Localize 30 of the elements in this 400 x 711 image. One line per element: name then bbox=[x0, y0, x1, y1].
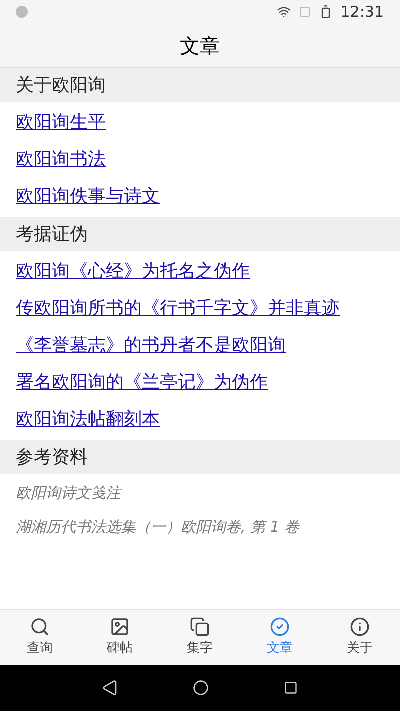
image-icon bbox=[110, 616, 130, 637]
page-title: 文章 bbox=[180, 32, 220, 60]
home-icon[interactable] bbox=[192, 680, 209, 696]
section-header: 参考资料 bbox=[0, 440, 400, 474]
section-header: 考据证伪 bbox=[0, 217, 400, 251]
article-link[interactable]: 欧阳询法帖翻刻本 bbox=[16, 406, 160, 433]
clock: 12:31 bbox=[340, 2, 384, 23]
article-link[interactable]: 欧阳询《心经》为托名之伪作 bbox=[16, 258, 250, 285]
tab[interactable]: 查询 bbox=[0, 610, 80, 665]
article-link[interactable]: 欧阳询书法 bbox=[16, 146, 106, 173]
tab[interactable]: 集字 bbox=[160, 610, 240, 665]
tab[interactable]: 碑帖 bbox=[80, 610, 160, 665]
article-link[interactable]: 欧阳询生平 bbox=[16, 109, 106, 136]
reference-text: 湖湘历代书法选集（一）欧阳询卷, 第 1 卷 bbox=[16, 516, 300, 538]
back-icon[interactable] bbox=[102, 680, 118, 696]
sim-icon bbox=[298, 6, 311, 18]
article-link[interactable]: 欧阳询佚事与诗文 bbox=[16, 183, 160, 210]
info-icon bbox=[350, 616, 370, 637]
wifi-icon bbox=[276, 5, 291, 19]
recents-icon[interactable] bbox=[284, 681, 298, 695]
article-link[interactable]: 署名欧阳询的《兰亭记》为伪作 bbox=[16, 369, 268, 396]
search-icon bbox=[30, 616, 50, 637]
tab[interactable]: 文章 bbox=[240, 610, 320, 665]
section-header: 关于欧阳询 bbox=[0, 68, 400, 102]
article-link[interactable]: 《李誉墓志》的书丹者不是欧阳询 bbox=[16, 332, 286, 359]
reference-text: 欧阳询诗文笺注 bbox=[16, 482, 121, 504]
tab[interactable]: 关于 bbox=[320, 610, 400, 665]
overlapping-squares-icon bbox=[190, 616, 210, 637]
article-link[interactable]: 传欧阳询所书的《行书千字文》并非真迹 bbox=[16, 295, 340, 322]
check-circle-icon bbox=[270, 616, 290, 637]
